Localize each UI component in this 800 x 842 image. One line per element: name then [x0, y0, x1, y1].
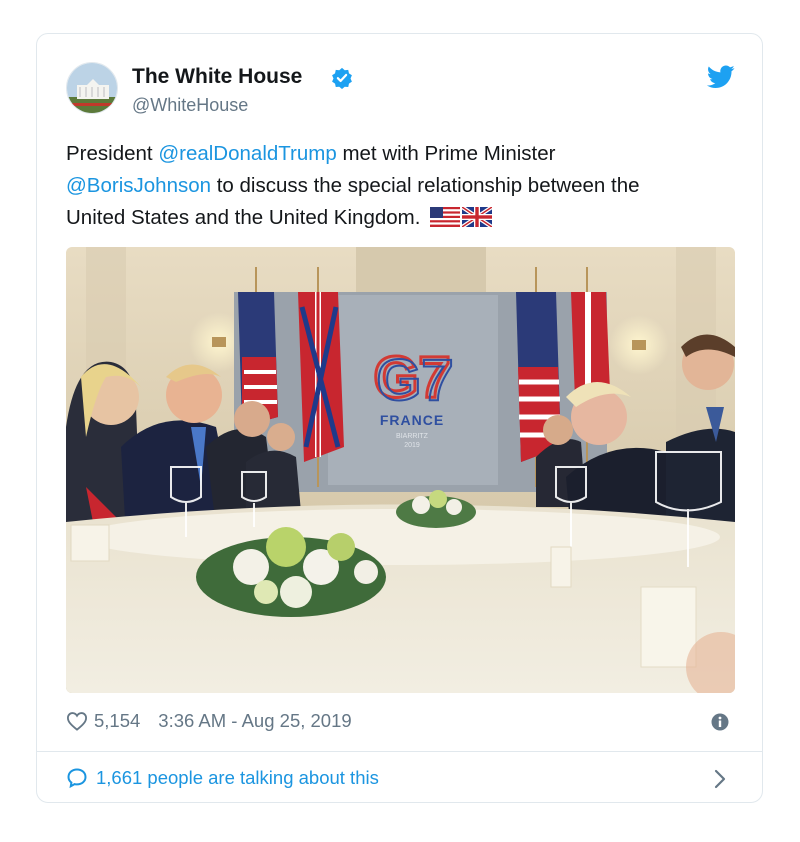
tweet-text-line-3: United States and the United Kingdom.: [66, 202, 736, 234]
divider: [37, 751, 762, 752]
verified-badge-icon: [332, 67, 352, 89]
backdrop-city: BIARRITZ: [396, 433, 429, 440]
text-fragment: President: [66, 142, 159, 165]
tweet-text-line-2: @BorisJohnson to discuss the special rel…: [66, 170, 736, 202]
text-fragment: to discuss the special relationship betw…: [211, 174, 640, 197]
comment-icon: [67, 768, 87, 789]
uk-flag-icon: [462, 207, 493, 227]
heart-icon[interactable]: [66, 711, 88, 731]
info-icon[interactable]: [711, 713, 729, 731]
chevron-right-icon[interactable]: [713, 768, 727, 790]
backdrop-logo-shadow: G7: [376, 348, 453, 413]
twitter-bird-icon[interactable]: [707, 65, 735, 89]
tweet-meta: 5,154 3:36 AM - Aug 25, 2019: [66, 710, 352, 732]
tweet-card: The White House @WhiteHouse President @r…: [36, 33, 763, 803]
mention-link-borisjohnson[interactable]: @BorisJohnson: [66, 174, 211, 197]
text-fragment: met with Prime Minister: [336, 142, 556, 165]
author-handle[interactable]: @WhiteHouse: [132, 95, 248, 116]
mention-link-realdonaldtrump[interactable]: @realDonaldTrump: [158, 142, 336, 165]
text-fragment: United States and the United Kingdom.: [66, 206, 427, 229]
conversation-link[interactable]: 1,661 people are talking about this: [66, 767, 379, 789]
timestamp[interactable]: 3:36 AM - Aug 25, 2019: [158, 710, 351, 732]
like-count[interactable]: 5,154: [94, 710, 140, 732]
tweet-text-line-1: President @realDonaldTrump met with Prim…: [66, 138, 736, 170]
us-flag-icon: [430, 207, 461, 227]
backdrop-year: 2019: [404, 442, 420, 449]
author-name[interactable]: The White House: [132, 65, 302, 89]
avatar[interactable]: [66, 62, 118, 114]
tweet-text: President @realDonaldTrump met with Prim…: [66, 138, 736, 234]
tweet-photo[interactable]: G7 G7 FRANCE BIARRITZ 2019: [66, 247, 735, 693]
conversation-text[interactable]: 1,661 people are talking about this: [96, 767, 379, 789]
backdrop-country: FRANCE: [380, 412, 444, 428]
